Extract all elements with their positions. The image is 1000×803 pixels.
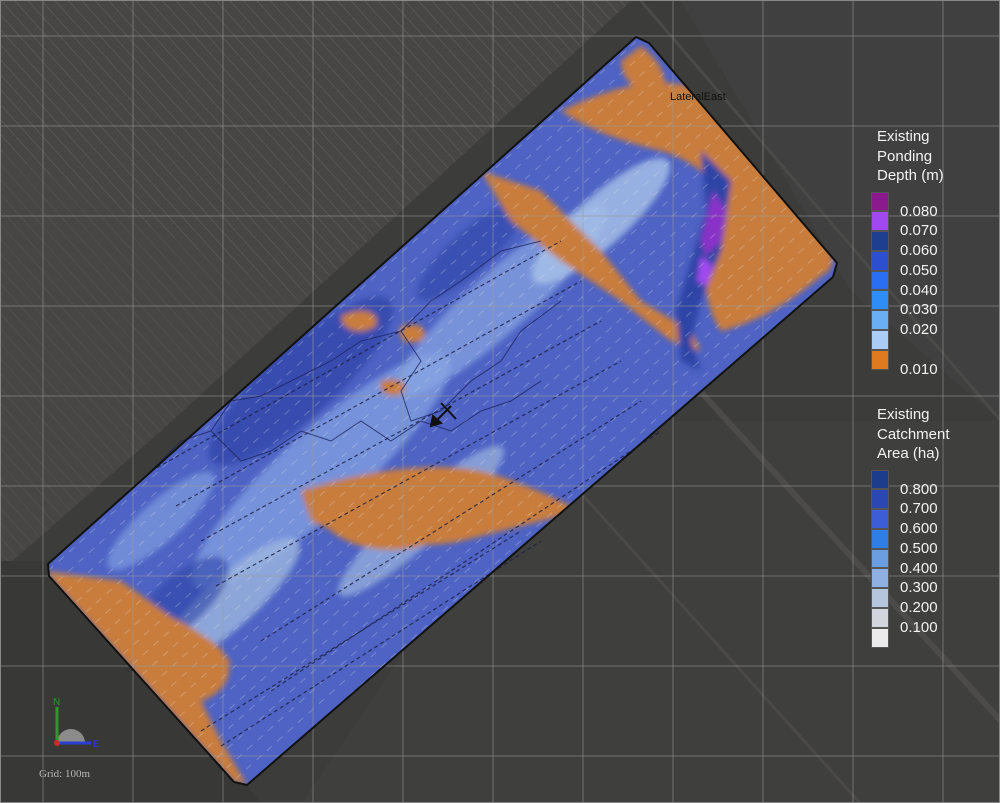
catchment-legend-swatch [871, 627, 889, 648]
catchment-legend-row: 0.300 [869, 568, 987, 596]
ponding-legend-label: 0.010 [900, 360, 938, 378]
ponding-legend-row: 0.010 [869, 349, 987, 378]
ponding-legend-row: 0.060 [869, 231, 987, 259]
north-label: N [53, 697, 60, 708]
ponding-title-line-2: Ponding [877, 147, 933, 165]
ponding-title-line-1: Existing [877, 128, 930, 145]
catchment-legend-items: 0.800 0.700 0.600 0.500 0.400 0.300 0.200 0.100 [869, 469, 987, 648]
catchment-title-line-1: Existing [877, 406, 930, 423]
catchment-legend-title: Existing Catchment Area (ha) [877, 405, 987, 464]
catchment-legend-swatch [871, 588, 889, 609]
ponding-legend-swatch [871, 310, 889, 331]
map-viewport[interactable]: LateralEast Existing Ponding Depth (m) 0… [0, 0, 1000, 803]
axis-base-icon [57, 729, 85, 743]
ponding-legend-row: 0.040 [869, 270, 987, 299]
catchment-legend-swatch [871, 568, 889, 589]
field-label: LateralEast [670, 91, 726, 103]
ponding-legend-swatch [871, 211, 889, 232]
catchment-legend-row: 0.500 [869, 528, 987, 557]
catchment-area-legend: Existing Catchment Area (ha) 0.800 0.700 0… [869, 405, 987, 648]
catchment-legend-row: 0.100 [869, 608, 987, 636]
origin-icon [54, 740, 60, 746]
catchment-legend-row [869, 627, 987, 648]
catchment-legend-swatch [871, 548, 889, 569]
ponding-legend-row: 0.080 [869, 191, 987, 220]
ponding-legend-row: 0.070 [869, 211, 987, 239]
ponding-legend-swatch [871, 250, 889, 271]
ponding-legend-row [869, 330, 987, 350]
ponding-legend-title: Existing Ponding Depth (m) [877, 127, 987, 186]
catchment-legend-row: 0.600 [869, 509, 987, 537]
catchment-legend-row: 0.800 [869, 469, 987, 498]
ponding-legend-row: 0.020 [869, 310, 987, 338]
catchment-legend-row: 0.200 [869, 588, 987, 616]
grid-scale-label: Grid: 100m [39, 768, 91, 780]
map-canvas[interactable] [1, 1, 1000, 803]
ponding-depth-legend: Existing Ponding Depth (m) 0.080 0.070 0.0… [869, 127, 987, 378]
ponding-legend-swatch [871, 191, 889, 212]
ponding-legend-row: 0.030 [869, 290, 987, 318]
catchment-legend-swatch [871, 489, 889, 510]
catchment-legend-swatch [871, 469, 889, 490]
ponding-legend-row: 0.050 [869, 250, 987, 279]
ponding-legend-swatch [871, 330, 889, 350]
ponding-legend-swatch [871, 270, 889, 291]
east-label: E [93, 739, 100, 750]
orientation-axis-widget[interactable]: N E [41, 695, 121, 775]
catchment-title-line-3: Area (ha) [877, 445, 940, 462]
catchment-title-line-2: Catchment [877, 425, 950, 443]
ponding-title-line-3: Depth (m) [877, 167, 944, 184]
ponding-legend-swatch [871, 349, 889, 370]
axis-triad: N E [53, 697, 100, 750]
ponding-legend-swatch [871, 231, 889, 251]
ponding-legend-swatch [871, 290, 889, 311]
catchment-legend-swatch [871, 509, 889, 529]
catchment-legend-swatch [871, 528, 889, 549]
catchment-legend-row: 0.400 [869, 548, 987, 577]
catchment-legend-swatch [871, 608, 889, 628]
catchment-legend-row: 0.700 [869, 489, 987, 517]
ponding-legend-items: 0.080 0.070 0.060 0.050 0.040 0.030 0.020 0.010 [869, 191, 987, 378]
